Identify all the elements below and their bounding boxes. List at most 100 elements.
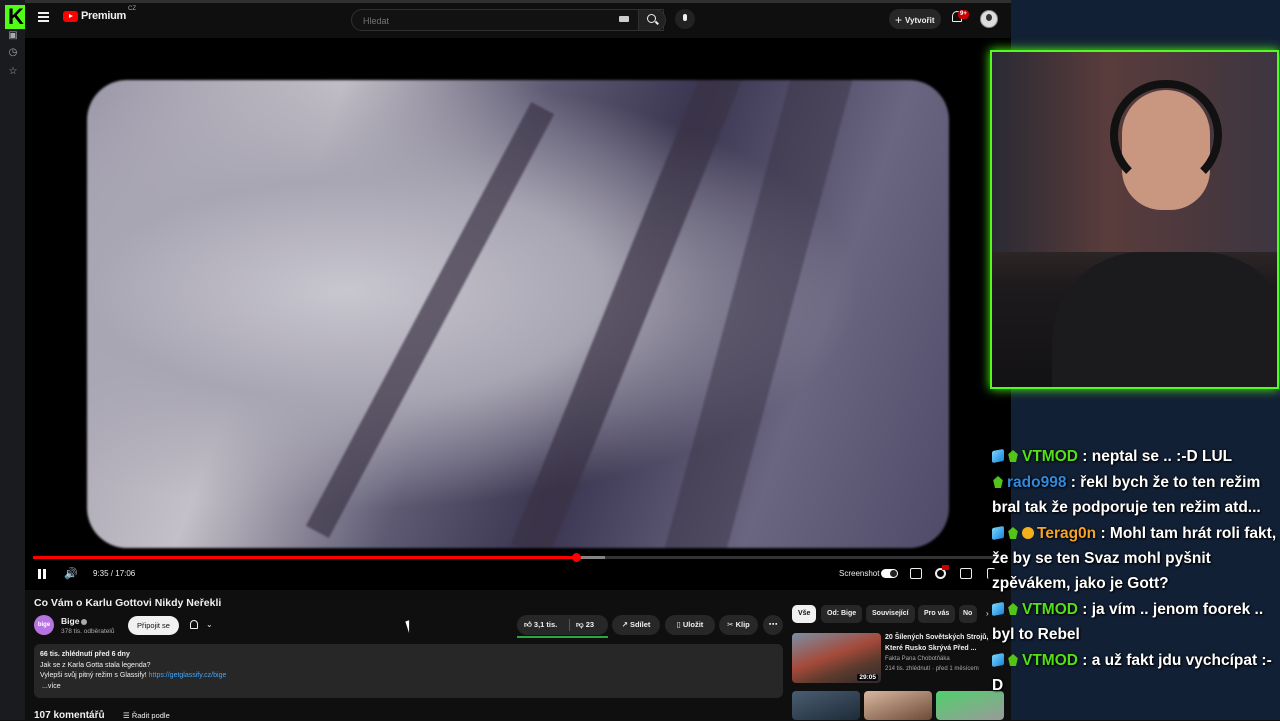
chat-message: VTMOD : a už fakt jdu vychcípat :-D	[992, 648, 1280, 698]
share-label: Sdílet	[629, 620, 651, 629]
like-ratio-bar	[517, 636, 608, 638]
voice-search-button[interactable]	[675, 9, 695, 29]
search-icon-handle	[655, 20, 659, 25]
chevron-right-icon[interactable]: ›	[986, 609, 989, 618]
menu-icon[interactable]	[38, 12, 49, 22]
chevron-down-icon[interactable]: ⌄	[206, 620, 213, 629]
screenshot-toggle[interactable]	[881, 569, 898, 578]
related-meta: 214 tis. zhlédnutí · před 1 měsícem	[885, 666, 979, 672]
subscriber-count: 378 tis. odběratelů	[61, 628, 115, 635]
video-duration: 29:05	[857, 674, 878, 681]
more-actions-icon[interactable]: ⋯	[763, 615, 783, 635]
mod-icon	[1008, 603, 1018, 615]
subtitles-icon[interactable]	[910, 568, 922, 579]
save-button[interactable]: ▯ Uložit	[665, 615, 715, 635]
chat-username[interactable]: rado998	[1007, 474, 1066, 491]
subscribe-bell-icon[interactable]	[190, 620, 198, 629]
channel-name[interactable]: Bige	[61, 616, 88, 626]
streamer-shirt	[1052, 252, 1277, 387]
kick-sidebar: K ▣ ◷ ☆	[0, 0, 27, 720]
description-line-2: Vylepši svůj pitný režim s Glassify! htt…	[40, 671, 783, 682]
create-label: Vytvořit	[905, 16, 935, 25]
related-channel[interactable]: Fakta Pana Chobotňáka	[885, 656, 950, 662]
save-label: Uložit	[682, 620, 704, 629]
screenshot-label: Screenshot	[839, 569, 880, 578]
show-more-link[interactable]: ...více	[40, 682, 783, 693]
chip-all[interactable]: Vše	[792, 605, 817, 623]
search-button[interactable]	[638, 9, 666, 31]
cube-icon	[992, 525, 1004, 541]
like-count: 3,1 tis.	[533, 620, 558, 629]
keyboard-icon[interactable]	[619, 16, 629, 22]
share-icon: ↗	[621, 620, 630, 629]
sort-icon: ☰	[123, 711, 132, 720]
chat-username[interactable]: VTMOD	[1022, 448, 1078, 465]
chip-for-you[interactable]: Pro vás	[918, 605, 956, 623]
headphones	[1110, 80, 1222, 190]
scrubber-handle[interactable]	[572, 553, 582, 562]
youtube-header: Premium CZ +Vytvořit 9+	[25, 0, 1011, 38]
like-button[interactable]: 👍︎ 3,1 tis.	[524, 615, 557, 635]
miniplayer-icon[interactable]	[960, 568, 972, 579]
account-avatar[interactable]	[980, 10, 998, 28]
chat-username[interactable]: VTMOD	[1022, 652, 1078, 669]
chat-overlay: VTMOD : neptal se .. :-D LUL rado998 : ře…	[992, 444, 1280, 699]
chat-text: : Mohl tam hrát roli fakt, že by se ten …	[992, 525, 1277, 592]
logo-word: Premium	[81, 10, 126, 22]
channel-name-text[interactable]: Bige	[61, 616, 79, 626]
chat-message: Terag0n : Mohl tam hrát roli fakt, že by…	[992, 521, 1280, 596]
cube-icon	[992, 601, 1004, 617]
mod-icon	[1008, 527, 1018, 539]
chip-related[interactable]: Související	[866, 605, 915, 623]
sort-button[interactable]: ☰ Řadit podle	[123, 711, 170, 720]
kick-logo[interactable]: K	[5, 5, 27, 29]
chat-message: VTMOD : ja vím .. jenom foorek .. byl to…	[992, 597, 1280, 647]
join-button[interactable]: Připojit se	[128, 616, 179, 635]
mod-icon	[1008, 654, 1018, 666]
progress-fill	[33, 556, 577, 559]
create-button[interactable]: + Vytvořit	[889, 9, 941, 29]
volume-icon[interactable]: 🔊	[64, 569, 78, 580]
scissors-icon: ✂	[727, 620, 736, 629]
related-thumbnail[interactable]	[792, 691, 860, 720]
chip-from-channel[interactable]: Od: Bige	[821, 605, 863, 623]
clip-button[interactable]: ✂ Klip	[719, 615, 758, 635]
chat-message: rado998 : řekl bych že to ten režim bral…	[992, 470, 1280, 520]
channel-avatar[interactable]: bige	[34, 615, 54, 635]
dislike-button[interactable]: 👎︎ 23	[576, 615, 594, 635]
pause-icon[interactable]	[38, 569, 47, 579]
youtube-logo[interactable]: Premium CZ	[63, 6, 136, 22]
share-button[interactable]: ↗ Sdílet	[612, 615, 660, 635]
video-streak	[305, 101, 555, 539]
following-icon[interactable]: ▣	[7, 30, 19, 42]
related-title[interactable]: 20 Šílených Sovětských Strojů, Které Rus…	[885, 633, 991, 654]
search-input[interactable]	[361, 15, 605, 27]
time-display: 9:35 / 17:06	[93, 569, 136, 578]
description-box[interactable]: 66 tis. zhlédnutí před 6 dny Jak se z Ka…	[34, 644, 783, 698]
history-icon[interactable]: ◷	[7, 47, 19, 59]
browser-edge	[25, 0, 1011, 3]
hd-badge	[942, 565, 949, 570]
like-dislike-group: 👍︎ 3,1 tis. 👎︎ 23	[517, 615, 608, 635]
youtube-play-icon	[63, 10, 78, 22]
notification-badge: 9+	[958, 10, 969, 19]
chip-new[interactable]: No	[959, 605, 977, 623]
coin-icon	[1022, 527, 1034, 539]
description-link[interactable]: https://getglassify.cz/bige	[149, 672, 227, 679]
sort-label: Řadit podle	[131, 711, 170, 720]
chat-username[interactable]: Terag0n	[1037, 525, 1096, 542]
related-thumbnail[interactable]: 29:05	[792, 633, 881, 683]
progress-bar[interactable]	[33, 553, 1003, 562]
video-player[interactable]: 🔊 9:35 / 17:06 Screenshot	[25, 38, 1011, 590]
video-frame	[87, 80, 949, 548]
related-thumbnail[interactable]	[864, 691, 932, 720]
video-title: Co Vám o Karlu Gottovi Nikdy Neřekli	[34, 597, 222, 609]
chat-username[interactable]: VTMOD	[1022, 601, 1078, 618]
cube-icon	[992, 448, 1004, 464]
webcam-feed	[990, 50, 1279, 389]
chat-text: : neptal se .. :-D LUL	[1077, 448, 1233, 465]
divider	[569, 619, 570, 631]
mod-icon	[1008, 450, 1018, 462]
mod-icon	[993, 476, 1003, 488]
star-icon[interactable]: ☆	[7, 66, 19, 78]
